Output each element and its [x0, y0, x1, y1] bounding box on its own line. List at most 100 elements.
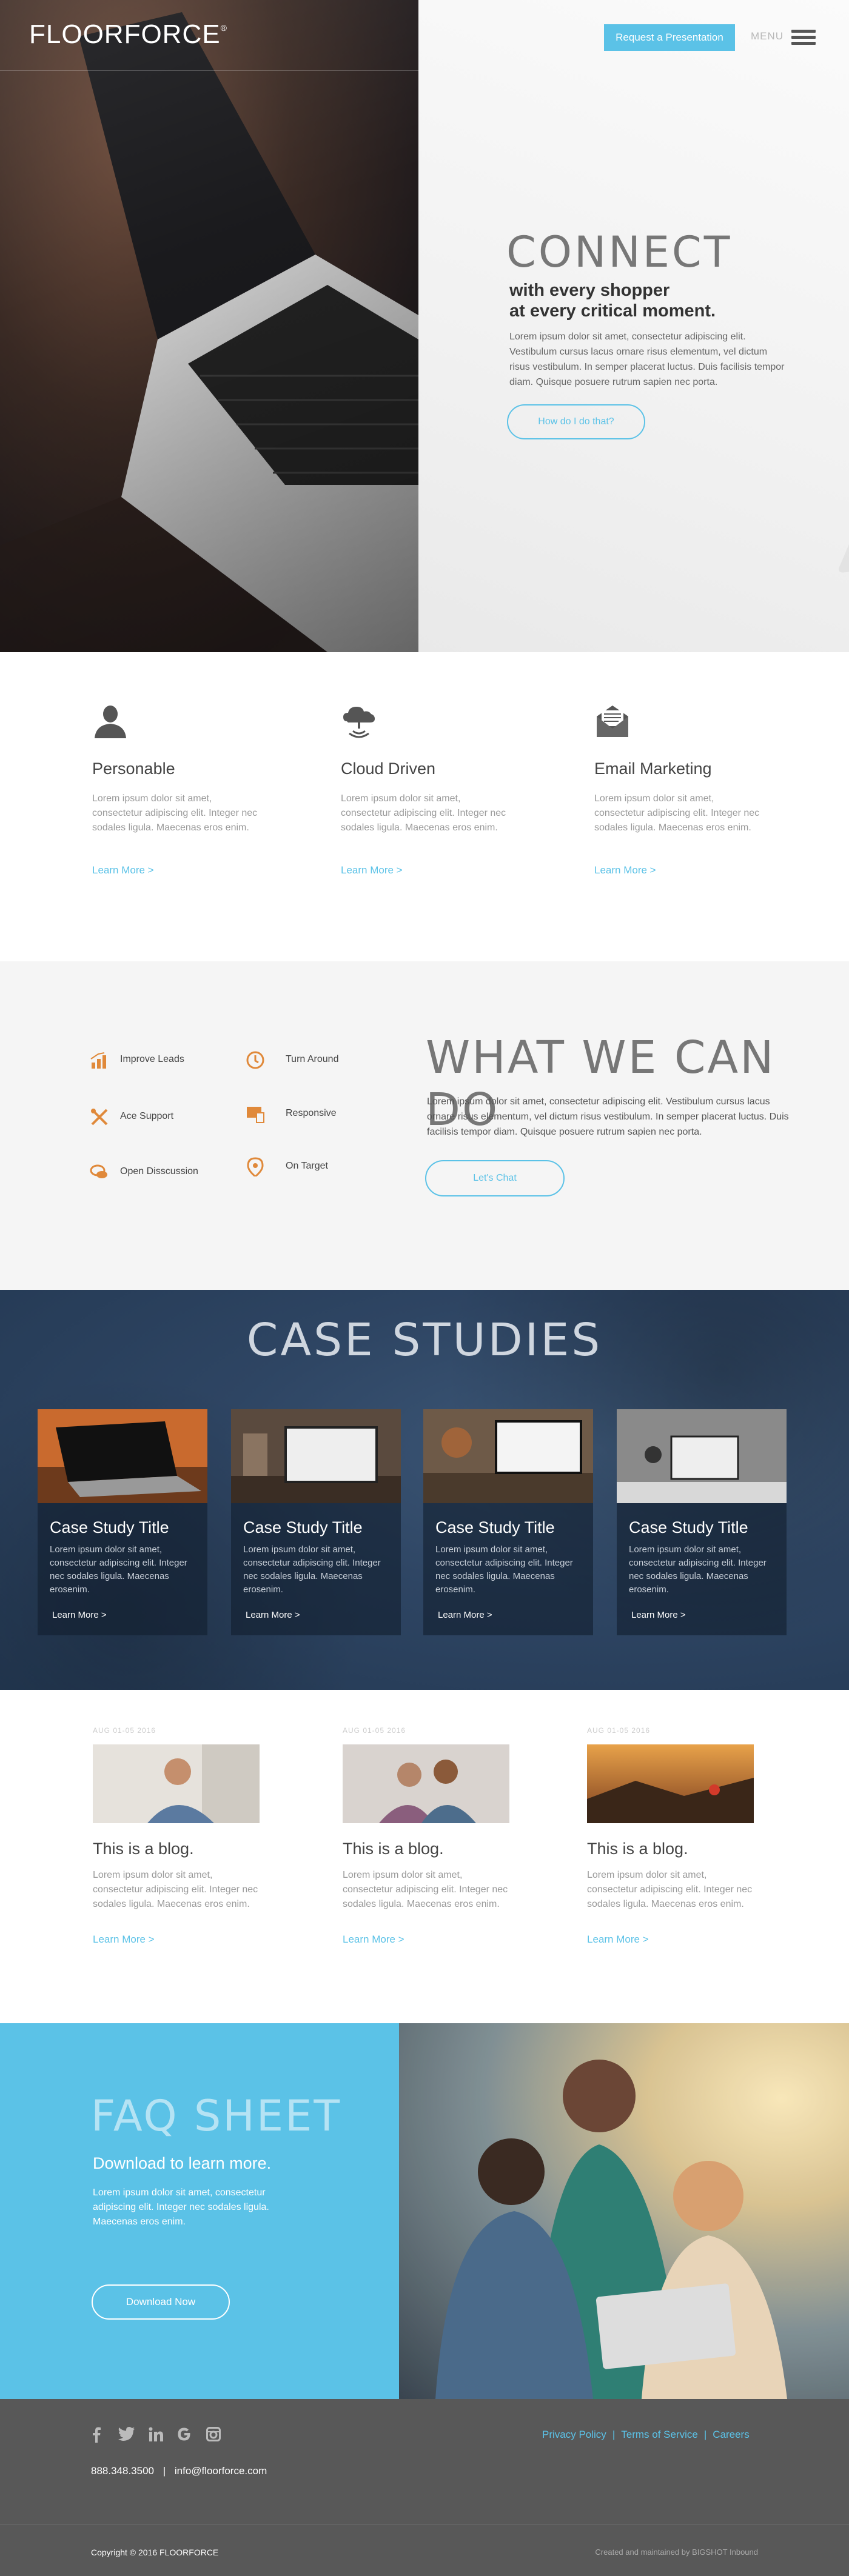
chat-bubbles-icon [90, 1164, 107, 1178]
hero-section: FLOORFORCE® Request a Presentation MENU … [0, 0, 849, 652]
cloud-icon [343, 707, 375, 738]
request-presentation-button[interactable]: Request a Presentation [604, 24, 735, 51]
hamburger-menu-icon[interactable] [791, 30, 816, 45]
feature-title: Cloud Driven [341, 759, 436, 778]
blog-post: AUG 01-05 2016 This is a blog. Lorem ips… [587, 1726, 769, 1946]
learn-more-link[interactable]: Learn More > [341, 864, 523, 876]
learn-more-link[interactable]: Learn More > [52, 1610, 207, 1620]
facebook-icon[interactable] [92, 2427, 101, 2447]
case-study-card[interactable]: Case Study Title Lorem ipsum dolor sit a… [423, 1409, 593, 1635]
footer-link-separator: | [612, 2429, 616, 2440]
case-study-card[interactable]: Case Study Title Lorem ipsum dolor sit a… [617, 1409, 787, 1635]
blog-body: Lorem ipsum dolor sit amet, consectetur … [93, 1870, 258, 1909]
service-label: Turn Around [286, 1054, 339, 1064]
service-label: Responsive [286, 1108, 337, 1118]
google-plus-icon[interactable] [177, 2427, 192, 2446]
twitter-icon[interactable] [118, 2427, 135, 2446]
privacy-policy-link[interactable]: Privacy Policy [542, 2429, 606, 2440]
logo-text: FLOORFORCE [29, 19, 221, 49]
hero-background [418, 0, 849, 652]
blog-date: AUG 01-05 2016 [343, 1726, 406, 1735]
blog-image[interactable] [93, 1744, 260, 1823]
careers-link[interactable]: Careers [713, 2429, 749, 2440]
feature-title: Email Marketing [594, 759, 712, 778]
instagram-icon[interactable] [206, 2427, 221, 2446]
logo[interactable]: FLOORFORCE® [29, 19, 227, 50]
menu-label[interactable]: MENU [751, 30, 784, 42]
hero-subtitle: with every shopper at every critical mom… [509, 280, 825, 321]
blog-title[interactable]: This is a blog. [343, 1840, 525, 1858]
map-pin-icon [247, 1157, 264, 1176]
learn-more-link[interactable]: Learn More > [343, 1934, 525, 1946]
learn-more-link[interactable]: Learn More > [438, 1610, 593, 1620]
hero-background-laptop [836, 178, 849, 573]
learn-more-link[interactable]: Learn More > [587, 1934, 769, 1946]
case-study-body: Lorem ipsum dolor sit amet, consectetur … [629, 1544, 767, 1595]
blog-image[interactable] [587, 1744, 754, 1823]
faq-title: FAQ SHEET [91, 2091, 342, 2141]
learn-more-link[interactable]: Learn More > [246, 1610, 401, 1620]
blog-date: AUG 01-05 2016 [587, 1726, 651, 1735]
blog-title[interactable]: This is a blog. [587, 1840, 769, 1858]
feature-body: Lorem ipsum dolor sit amet, consectetur … [594, 793, 760, 833]
bar-chart-icon [90, 1052, 106, 1069]
person-icon [95, 706, 126, 738]
terms-of-service-link[interactable]: Terms of Service [621, 2429, 698, 2440]
blog-image[interactable] [343, 1744, 509, 1823]
learn-more-link[interactable]: Learn More > [594, 864, 776, 876]
case-study-body: Lorem ipsum dolor sit amet, consectetur … [50, 1544, 187, 1595]
faq-subtitle: Download to learn more. [93, 2154, 272, 2172]
feature-personable: Personable Lorem ipsum dolor sit amet, c… [92, 703, 274, 876]
footer-link-separator: | [703, 2429, 707, 2440]
contact-separator: | [163, 2465, 166, 2477]
facebook-glyph [93, 2427, 101, 2443]
linkedin-icon[interactable] [149, 2427, 163, 2446]
download-now-button[interactable]: Download Now [92, 2284, 230, 2320]
how-do-i-button[interactable]: How do I do that? [507, 404, 645, 439]
faq-body: Lorem ipsum dolor sit amet, consectetur … [93, 2187, 269, 2227]
blog-title[interactable]: This is a blog. [93, 1840, 275, 1858]
lets-chat-button[interactable]: Let's Chat [425, 1160, 565, 1196]
service-label: Improve Leads [120, 1054, 184, 1064]
case-study-title: Case Study Title [50, 1518, 169, 1537]
service-label: On Target [286, 1161, 328, 1171]
feature-body: Lorem ipsum dolor sit amet, consectetur … [341, 793, 506, 833]
hero-photo [0, 0, 418, 652]
case-study-image [38, 1409, 207, 1503]
credit-text[interactable]: Created and maintained by BIGSHOT Inboun… [576, 2548, 758, 2557]
case-study-image [423, 1409, 593, 1503]
feature-body: Lorem ipsum dolor sit amet, consectetur … [92, 793, 258, 833]
service-label: Open Disscussion [120, 1166, 198, 1176]
footer-contact: 888.348.3500 | info@floorforce.com [91, 2465, 267, 2477]
case-study-card[interactable]: Case Study Title Lorem ipsum dolor sit a… [38, 1409, 207, 1635]
service-label: Ace Support [120, 1111, 174, 1121]
feature-title: Personable [92, 759, 175, 778]
faq-photo [399, 2023, 849, 2399]
feature-email-marketing: Email Marketing Lorem ipsum dolor sit am… [594, 703, 776, 876]
clock-icon [246, 1051, 264, 1069]
case-study-body: Lorem ipsum dolor sit amet, consectetur … [435, 1544, 573, 1595]
case-studies-title: CASE STUDIES [246, 1314, 603, 1366]
devices-icon [247, 1107, 264, 1123]
team-photo-illustration [399, 2023, 849, 2399]
learn-more-link[interactable]: Learn More > [93, 1934, 275, 1946]
envelope-icon [597, 706, 628, 737]
instagram-glyph [206, 2427, 221, 2441]
case-study-title: Case Study Title [435, 1518, 555, 1537]
logo-registered-mark: ® [220, 23, 227, 33]
header-divider [0, 70, 418, 71]
blog-body: Lorem ipsum dolor sit amet, consectetur … [587, 1870, 753, 1909]
case-study-image [617, 1409, 787, 1503]
case-study-title: Case Study Title [243, 1518, 363, 1537]
learn-more-link[interactable]: Learn More > [92, 864, 274, 876]
learn-more-link[interactable]: Learn More > [631, 1610, 787, 1620]
blog-post: AUG 01-05 2016 This is a blog. Lorem ips… [93, 1726, 275, 1946]
case-study-card[interactable]: Case Study Title Lorem ipsum dolor sit a… [231, 1409, 401, 1635]
case-study-image [231, 1409, 401, 1503]
phone-number[interactable]: 888.348.3500 [91, 2465, 154, 2477]
email-link[interactable]: info@floorforce.com [175, 2465, 267, 2477]
what-we-can-do-body: Lorem ipsum dolor sit amet, consectetur … [427, 1096, 789, 1137]
hero-subtitle-line-2: at every critical moment. [509, 301, 716, 321]
case-study-body: Lorem ipsum dolor sit amet, consectetur … [243, 1544, 381, 1595]
case-study-title: Case Study Title [629, 1518, 748, 1537]
